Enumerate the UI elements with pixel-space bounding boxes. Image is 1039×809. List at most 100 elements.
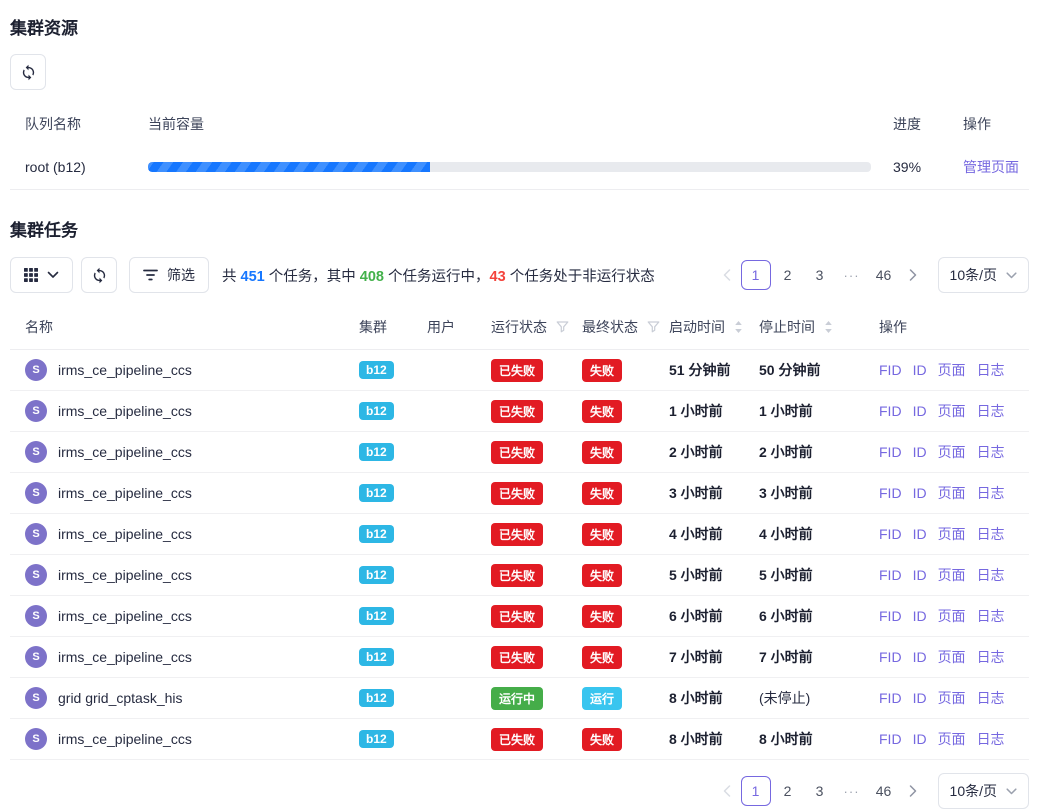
action-link-fid[interactable]: FID: [879, 731, 902, 747]
resources-title: 集群资源: [10, 14, 1029, 39]
final-status-badge: 失败: [582, 482, 622, 505]
filter-lines-icon: [143, 269, 158, 281]
action-link-id[interactable]: ID: [913, 608, 927, 624]
chevron-right-icon[interactable]: [900, 259, 926, 291]
start-time: 1 小时前: [669, 401, 759, 421]
chevron-right-icon[interactable]: [900, 775, 926, 807]
pagination-page-3[interactable]: 3: [805, 260, 835, 290]
col-queue-name: 队列名称: [10, 114, 148, 134]
total-count: 451: [241, 269, 265, 285]
task-name: irms_ce_pipeline_ccs: [58, 608, 192, 624]
page-size-select[interactable]: 10条/页: [938, 257, 1029, 293]
tasks-refresh-button[interactable]: [81, 257, 117, 293]
action-link-log[interactable]: 日志: [977, 483, 1005, 503]
action-link-log[interactable]: 日志: [977, 360, 1005, 380]
col-user: 用户: [427, 317, 491, 337]
action-link-page[interactable]: 页面: [938, 647, 966, 667]
action-link-page[interactable]: 页面: [938, 524, 966, 544]
run-status-badge: 已失败: [491, 564, 543, 587]
action-link-id[interactable]: ID: [913, 690, 927, 706]
start-time: 2 小时前: [669, 442, 759, 462]
action-link-log[interactable]: 日志: [977, 401, 1005, 421]
task-name: irms_ce_pipeline_ccs: [58, 362, 192, 378]
pagination-page-2[interactable]: 2: [773, 776, 803, 806]
action-cell: FID ID 页面日志: [879, 565, 1029, 585]
action-link-fid[interactable]: FID: [879, 649, 902, 665]
pagination-page-3[interactable]: 3: [805, 776, 835, 806]
final-status-badge: 失败: [582, 441, 622, 464]
task-name: irms_ce_pipeline_ccs: [58, 649, 192, 665]
action-cell: FID ID 页面日志: [879, 360, 1029, 380]
avatar: S: [25, 605, 47, 627]
run-status-badge: 已失败: [491, 728, 543, 751]
action-link-log[interactable]: 日志: [977, 729, 1005, 749]
stop-time: 2 小时前: [759, 442, 879, 462]
run-status-badge: 已失败: [491, 359, 543, 382]
task-table-body: S irms_ce_pipeline_ccs b12 已失败 失败 51 分钟前…: [10, 350, 1029, 760]
action-link-id[interactable]: ID: [913, 403, 927, 419]
action-link-fid[interactable]: FID: [879, 362, 902, 378]
action-link-page[interactable]: 页面: [938, 483, 966, 503]
final-status-badge: 运行: [582, 687, 622, 710]
pagination-page-46[interactable]: 46: [869, 776, 899, 806]
manage-page-link[interactable]: 管理页面: [963, 159, 1019, 175]
action-link-log[interactable]: 日志: [977, 565, 1005, 585]
pagination-page-2[interactable]: 2: [773, 260, 803, 290]
action-link-log[interactable]: 日志: [977, 688, 1005, 708]
action-link-id[interactable]: ID: [913, 526, 927, 542]
action-link-page[interactable]: 页面: [938, 401, 966, 421]
action-link-fid[interactable]: FID: [879, 403, 902, 419]
action-link-fid[interactable]: FID: [879, 608, 902, 624]
action-link-id[interactable]: ID: [913, 649, 927, 665]
pagination-page-1[interactable]: 1: [741, 260, 771, 290]
action-link-fid[interactable]: FID: [879, 526, 902, 542]
action-link-fid[interactable]: FID: [879, 567, 902, 583]
action-link-page[interactable]: 页面: [938, 442, 966, 462]
stop-time: 6 小时前: [759, 606, 879, 626]
sort-carets-icon[interactable]: [824, 320, 833, 334]
run-status-badge: 运行中: [491, 687, 543, 710]
action-cell: FID ID 页面日志: [879, 729, 1029, 749]
filter-button[interactable]: 筛选: [129, 257, 209, 293]
action-link-id[interactable]: ID: [913, 444, 927, 460]
action-link-fid[interactable]: FID: [879, 485, 902, 501]
start-time: 4 小时前: [669, 524, 759, 544]
action-link-page[interactable]: 页面: [938, 688, 966, 708]
action-link-page[interactable]: 页面: [938, 565, 966, 585]
action-link-log[interactable]: 日志: [977, 647, 1005, 667]
action-link-fid[interactable]: FID: [879, 690, 902, 706]
tasks-title: 集群任务: [10, 216, 1029, 241]
action-cell: FID ID 页面日志: [879, 524, 1029, 544]
grid-icon: [24, 268, 38, 282]
action-link-fid[interactable]: FID: [879, 444, 902, 460]
action-link-page[interactable]: 页面: [938, 606, 966, 626]
action-link-id[interactable]: ID: [913, 362, 927, 378]
progress-fill: [148, 162, 430, 172]
start-time: 6 小时前: [669, 606, 759, 626]
page-size-select[interactable]: 10条/页: [938, 773, 1029, 809]
action-link-id[interactable]: ID: [913, 485, 927, 501]
resources-refresh-button[interactable]: [10, 54, 46, 90]
sort-carets-icon[interactable]: [734, 320, 743, 334]
cluster-badge: b12: [359, 607, 394, 625]
action-cell: FID ID 页面日志: [879, 606, 1029, 626]
action-link-log[interactable]: 日志: [977, 442, 1005, 462]
cluster-badge: b12: [359, 689, 394, 707]
resources-table: 队列名称 当前容量 进度 操作 root (b12) 39% 管理页面: [10, 106, 1029, 190]
table-row: S irms_ce_pipeline_ccs b12 已失败 失败 5 小时前 …: [10, 555, 1029, 596]
action-link-id[interactable]: ID: [913, 567, 927, 583]
pagination-page-1[interactable]: 1: [741, 776, 771, 806]
action-link-id[interactable]: ID: [913, 731, 927, 747]
table-row: S irms_ce_pipeline_ccs b12 已失败 失败 51 分钟前…: [10, 350, 1029, 391]
final-status-badge: 失败: [582, 400, 622, 423]
layout-grid-button[interactable]: [10, 257, 73, 293]
funnel-icon[interactable]: [556, 321, 569, 333]
action-link-log[interactable]: 日志: [977, 606, 1005, 626]
run-status-badge: 已失败: [491, 400, 543, 423]
action-link-log[interactable]: 日志: [977, 524, 1005, 544]
action-link-page[interactable]: 页面: [938, 729, 966, 749]
cluster-badge: b12: [359, 566, 394, 584]
action-link-page[interactable]: 页面: [938, 360, 966, 380]
funnel-icon[interactable]: [647, 321, 660, 333]
pagination-page-46[interactable]: 46: [869, 260, 899, 290]
